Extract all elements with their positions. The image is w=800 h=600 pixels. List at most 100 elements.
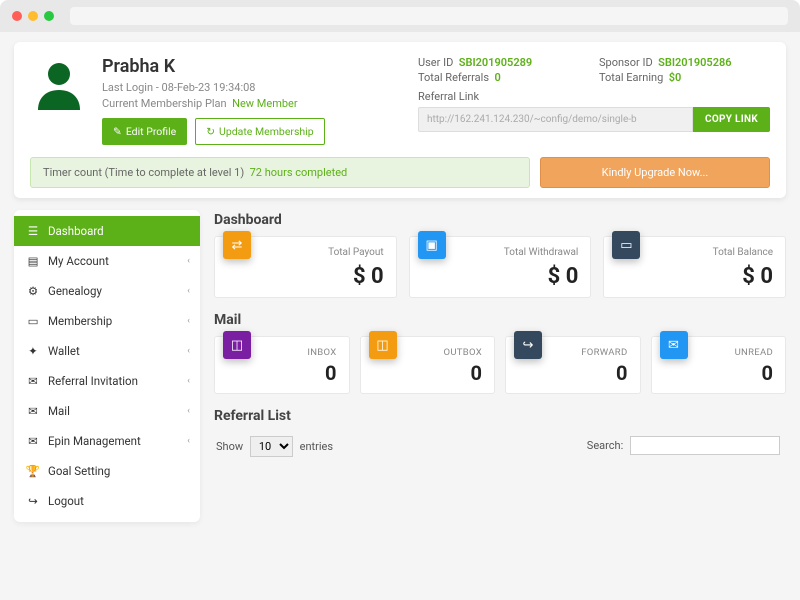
card-label: UNREAD xyxy=(735,347,773,358)
card-total-withdrawal: ▣ Total Withdrawal $ 0 xyxy=(409,236,592,298)
browser-chrome xyxy=(0,0,800,32)
card-label: Total Payout xyxy=(328,247,384,258)
card-label: OUTBOX xyxy=(444,347,482,358)
forward-icon: ↪ xyxy=(514,331,542,359)
chevron-left-icon: ‹ xyxy=(187,286,190,296)
search-control: Search: xyxy=(587,436,784,457)
sidebar-item-membership[interactable]: ▭Membership‹ xyxy=(14,306,200,336)
card-value: $ 0 xyxy=(742,264,773,289)
chevron-left-icon: ‹ xyxy=(187,436,190,446)
plan-value: New Member xyxy=(232,97,298,110)
edit-profile-button[interactable]: ✎ Edit Profile xyxy=(102,118,187,145)
withdrawal-icon: ▣ xyxy=(418,231,446,259)
card-value: 0 xyxy=(762,361,773,385)
reflink-label: Referral Link xyxy=(418,90,770,103)
plan-label: Current Membership Plan xyxy=(102,97,227,110)
card-value: 0 xyxy=(471,361,482,385)
card-inbox[interactable]: ◫ INBOX 0 xyxy=(214,336,350,394)
card-outbox[interactable]: ◫ OUTBOX 0 xyxy=(360,336,496,394)
chevron-left-icon: ‹ xyxy=(187,406,190,416)
card-total-payout: ⇄ Total Payout $ 0 xyxy=(214,236,397,298)
logout-icon: ↪ xyxy=(26,494,40,508)
timer-value: 72 hours completed xyxy=(250,166,348,179)
upgrade-banner[interactable]: Kindly Upgrade Now... xyxy=(540,157,770,188)
inbox-icon: ◫ xyxy=(223,331,251,359)
minimize-dot[interactable] xyxy=(28,11,38,21)
user-icon: ▤ xyxy=(26,254,40,268)
sidebar-label: Mail xyxy=(48,404,70,418)
timer-banner: Timer count (Time to complete at level 1… xyxy=(30,157,530,188)
card-value: 0 xyxy=(325,361,336,385)
sidebar-label: Logout xyxy=(48,494,84,508)
mail-cards: ◫ INBOX 0 ◫ OUTBOX 0 ↪ FORWARD 0 ✉ UNREA… xyxy=(214,336,786,394)
referrals-label: Total Referrals xyxy=(418,71,489,84)
sidebar-item-referral-invitation[interactable]: ✉Referral Invitation‹ xyxy=(14,366,200,396)
sidebar-item-goal-setting[interactable]: 🏆Goal Setting xyxy=(14,456,200,486)
avatar xyxy=(30,56,88,145)
page-body: Prabha K Last Login - 08-Feb-23 19:34:08… xyxy=(0,32,800,600)
sponsor-label: Sponsor ID xyxy=(599,56,653,69)
entries-control: Show 10 entries xyxy=(216,436,333,457)
table-controls: Show 10 entries Search: xyxy=(214,432,786,461)
userid-label: User ID xyxy=(418,56,453,69)
outbox-icon: ◫ xyxy=(369,331,397,359)
update-membership-button[interactable]: ↻ Update Membership xyxy=(195,118,324,145)
page-size-select[interactable]: 10 xyxy=(250,436,293,457)
sidebar-label: Epin Management xyxy=(48,434,141,448)
copy-link-button[interactable]: COPY LINK xyxy=(693,107,770,132)
payout-icon: ⇄ xyxy=(223,231,251,259)
unread-icon: ✉ xyxy=(660,331,688,359)
chevron-left-icon: ‹ xyxy=(187,316,190,326)
close-dot[interactable] xyxy=(12,11,22,21)
timer-label: Timer count (Time to complete at level 1… xyxy=(43,166,244,179)
referrals-value: 0 xyxy=(494,71,500,84)
maximize-dot[interactable] xyxy=(44,11,54,21)
sidebar-label: Genealogy xyxy=(48,284,102,298)
profile-name: Prabha K xyxy=(102,56,404,77)
card-value: $ 0 xyxy=(548,264,579,289)
userid-value: SBI201905289 xyxy=(459,56,532,69)
sidebar-label: Wallet xyxy=(48,344,80,358)
sponsor-value: SBI201905286 xyxy=(658,56,731,69)
sidebar-label: Goal Setting xyxy=(48,464,110,478)
sidebar-item-genealogy[interactable]: ⚙Genealogy‹ xyxy=(14,276,200,306)
card-unread[interactable]: ✉ UNREAD 0 xyxy=(651,336,787,394)
card-forward[interactable]: ↪ FORWARD 0 xyxy=(505,336,641,394)
search-input[interactable] xyxy=(630,436,780,455)
sidebar-item-mail[interactable]: ✉Mail‹ xyxy=(14,396,200,426)
pencil-icon: ✎ xyxy=(113,125,122,138)
sidebar-item-epin[interactable]: ✉ Epin Management ‹ xyxy=(14,426,200,456)
update-membership-label: Update Membership xyxy=(219,125,314,138)
earning-value: $0 xyxy=(669,71,682,84)
dashboard-cards: ⇄ Total Payout $ 0 ▣ Total Withdrawal $ … xyxy=(214,236,786,298)
sidebar-label: Referral Invitation xyxy=(48,374,138,388)
wallet-icon: ✦ xyxy=(26,344,40,358)
last-login: Last Login - 08-Feb-23 19:34:08 xyxy=(102,81,404,94)
url-bar[interactable] xyxy=(70,7,788,25)
entries-label: entries xyxy=(300,440,333,453)
balance-icon: ▭ xyxy=(612,231,640,259)
referral-link-input[interactable] xyxy=(418,107,693,132)
sidebar-item-my-account[interactable]: ▤My Account‹ xyxy=(14,246,200,276)
content-area: Dashboard ⇄ Total Payout $ 0 ▣ Total Wit… xyxy=(214,210,786,522)
card-label: Total Withdrawal xyxy=(504,247,579,258)
card-label: FORWARD xyxy=(581,347,627,358)
card-value: 0 xyxy=(616,361,627,385)
dashboard-icon: ☰ xyxy=(26,224,40,238)
section-header-mail: Mail xyxy=(214,312,786,328)
section-header-dashboard: Dashboard xyxy=(214,212,786,228)
profile-info: Prabha K Last Login - 08-Feb-23 19:34:08… xyxy=(102,56,404,145)
sidebar-item-logout[interactable]: ↪ Logout xyxy=(14,486,200,516)
chevron-left-icon: ‹ xyxy=(187,376,190,386)
key-icon: ✉ xyxy=(26,434,40,448)
show-label: Show xyxy=(216,440,243,453)
card-label: Total Balance xyxy=(713,247,773,258)
search-label: Search: xyxy=(587,439,623,452)
chevron-left-icon: ‹ xyxy=(187,346,190,356)
sidebar-item-dashboard[interactable]: ☰ Dashboard xyxy=(14,216,200,246)
card-value: $ 0 xyxy=(353,264,384,289)
refresh-icon: ↻ xyxy=(206,125,215,138)
sidebar-item-wallet[interactable]: ✦ Wallet ‹ xyxy=(14,336,200,366)
sidebar-label: Dashboard xyxy=(48,224,104,238)
chevron-left-icon: ‹ xyxy=(187,256,190,266)
